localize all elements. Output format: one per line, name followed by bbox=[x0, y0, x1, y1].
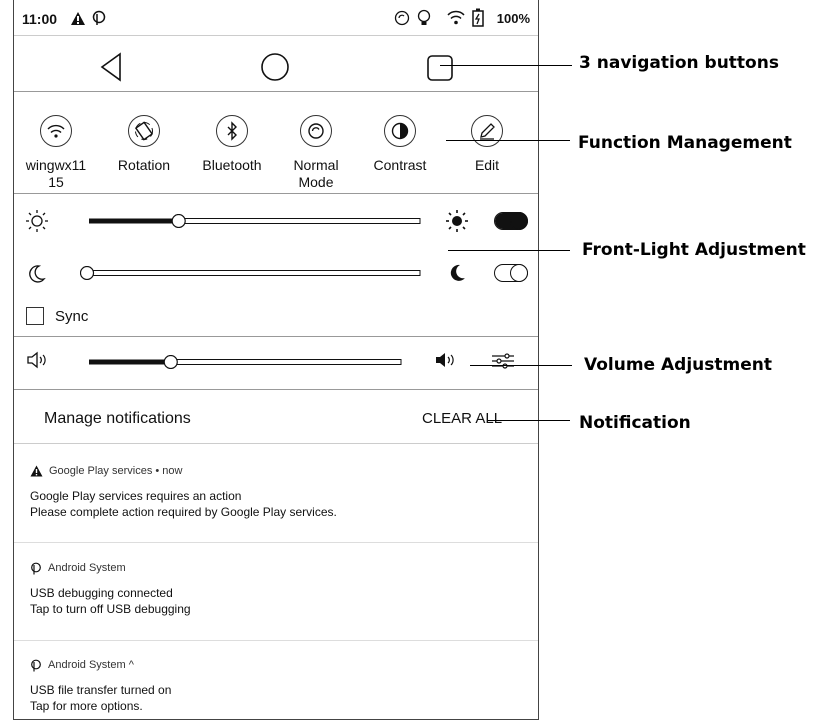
notification-title: USB debugging connected bbox=[30, 586, 173, 600]
contrast-icon bbox=[384, 115, 416, 147]
sync-checkbox[interactable] bbox=[26, 307, 44, 325]
night-light-toggle[interactable] bbox=[494, 264, 528, 282]
slider-thumb bbox=[163, 354, 178, 370]
annotation-nav: 3 navigation buttons bbox=[579, 53, 779, 73]
status-time: 11:00 bbox=[22, 11, 58, 27]
leader-line bbox=[448, 250, 570, 251]
notification-item[interactable]: Android System USB debugging connected T… bbox=[14, 560, 538, 617]
tile-edit[interactable]: Edit bbox=[445, 115, 529, 174]
annotation-volume: Volume Adjustment bbox=[584, 355, 772, 375]
slider-thumb bbox=[79, 265, 95, 281]
slider-track bbox=[178, 218, 421, 224]
notification-text: Tap for more options. bbox=[30, 699, 143, 713]
tile-label: Edit bbox=[474, 157, 500, 173]
sync-label: Sync bbox=[55, 308, 89, 325]
tile-label: Bluetooth bbox=[202, 157, 262, 173]
volume-low-icon bbox=[27, 351, 46, 369]
quick-settings-panel: 11:00 100% wingwx11 15 Rotation Bluetoot… bbox=[13, 0, 539, 720]
volume-high-icon bbox=[436, 353, 454, 367]
divider bbox=[14, 640, 538, 641]
notification-title: Google Play services requires an action bbox=[30, 489, 242, 503]
slider-track bbox=[86, 270, 421, 276]
tile-label: Normal Mode bbox=[293, 157, 339, 190]
tile-contrast[interactable]: Contrast bbox=[358, 115, 442, 174]
recents-button[interactable] bbox=[426, 54, 454, 82]
divider bbox=[14, 336, 538, 337]
brightness-high-icon bbox=[446, 210, 468, 232]
divider bbox=[14, 542, 538, 543]
home-button[interactable] bbox=[260, 52, 290, 82]
brightness-low-icon bbox=[26, 210, 48, 232]
edit-icon bbox=[471, 115, 503, 147]
slider-fill bbox=[89, 359, 171, 365]
tile-refresh-mode[interactable]: Normal Mode bbox=[274, 115, 358, 191]
brightness-slider[interactable] bbox=[89, 213, 421, 229]
usb-debug-icon bbox=[92, 10, 106, 25]
battery-percent: 100% bbox=[496, 11, 530, 26]
divider bbox=[14, 35, 538, 36]
notification-text: Tap to turn off USB debugging bbox=[30, 602, 191, 616]
divider bbox=[14, 389, 538, 390]
annotation-front-light: Front-Light Adjustment bbox=[582, 240, 806, 260]
warning-icon bbox=[71, 12, 85, 25]
moon-outline-icon bbox=[29, 265, 46, 283]
moon-filled-icon bbox=[450, 264, 465, 281]
usb-debug-icon bbox=[31, 562, 41, 574]
notification-app: Android System bbox=[48, 562, 126, 574]
lightbulb-icon bbox=[417, 9, 431, 25]
notification-title: USB file transfer turned on bbox=[30, 683, 172, 697]
tile-label: wingwx11 15 bbox=[25, 157, 87, 190]
notification-item[interactable]: Android System ^ USB file transfer turne… bbox=[14, 657, 538, 714]
battery-icon bbox=[472, 8, 484, 27]
slider-thumb bbox=[171, 213, 186, 229]
notification-app: Google Play services • now bbox=[49, 465, 183, 477]
divider bbox=[14, 443, 538, 444]
rotation-icon bbox=[128, 115, 160, 147]
refresh-mode-icon bbox=[300, 115, 332, 147]
notification-text: Please complete action required by Googl… bbox=[30, 505, 337, 519]
tile-rotation[interactable]: Rotation bbox=[102, 115, 186, 174]
front-light-toggle[interactable] bbox=[494, 212, 528, 230]
annotation-function: Function Management bbox=[578, 133, 792, 153]
usb-debug-icon bbox=[31, 659, 41, 671]
volume-slider[interactable] bbox=[89, 354, 402, 370]
leader-line bbox=[446, 140, 570, 141]
sync-status-icon bbox=[394, 10, 410, 26]
annotation-notification: Notification bbox=[579, 413, 691, 433]
tile-label: Contrast bbox=[373, 157, 427, 173]
night-light-slider[interactable] bbox=[79, 265, 421, 281]
wifi-icon bbox=[40, 115, 72, 147]
back-button[interactable] bbox=[99, 52, 123, 82]
manage-notifications-button[interactable]: Manage notifications bbox=[44, 410, 191, 428]
audio-settings-icon[interactable] bbox=[491, 351, 515, 371]
leader-line bbox=[488, 420, 570, 421]
slider-fill bbox=[89, 218, 179, 224]
leader-line bbox=[470, 365, 572, 366]
bluetooth-icon bbox=[216, 115, 248, 147]
divider bbox=[14, 91, 538, 92]
notification-app: Android System ^ bbox=[48, 659, 134, 671]
clear-all-button[interactable]: CLEAR ALL bbox=[422, 410, 502, 427]
warning-icon bbox=[30, 465, 43, 477]
tile-bluetooth[interactable]: Bluetooth bbox=[190, 115, 274, 174]
divider bbox=[14, 193, 538, 194]
notification-item[interactable]: Google Play services • now Google Play s… bbox=[14, 463, 538, 520]
slider-track bbox=[170, 359, 402, 365]
tile-wifi[interactable]: wingwx11 15 bbox=[14, 115, 98, 191]
tile-label: Rotation bbox=[117, 157, 171, 173]
leader-line bbox=[440, 65, 572, 66]
wifi-status-icon bbox=[447, 10, 465, 25]
